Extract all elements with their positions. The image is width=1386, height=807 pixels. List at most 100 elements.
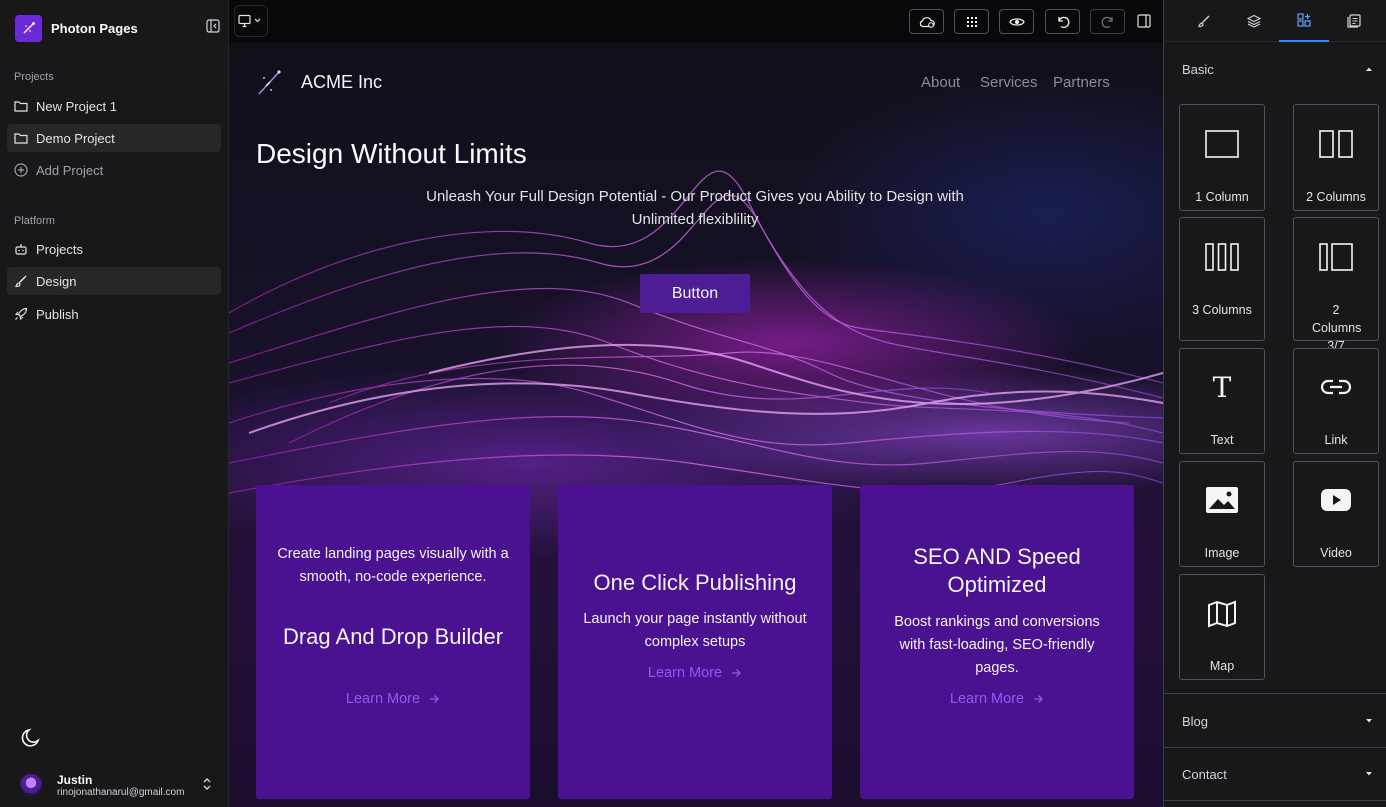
block-label: Link xyxy=(1324,433,1348,447)
site-logo-icon xyxy=(256,68,282,96)
block-map[interactable]: Map xyxy=(1179,574,1265,680)
learn-more-label: Learn More xyxy=(345,691,421,707)
card-learn-more-link[interactable]: Learn More xyxy=(860,691,1134,707)
blog-group-label: Blog xyxy=(1182,713,1209,729)
sidebar-item-projects[interactable]: Projects xyxy=(7,235,221,263)
user-menu[interactable]: Justin rinojonathanarul@gmail.com xyxy=(20,770,220,800)
brush-icon xyxy=(14,274,28,288)
sidebar-item-label: New Project 1 xyxy=(36,98,117,114)
brand[interactable]: Photon Pages xyxy=(15,14,220,42)
preview-button[interactable] xyxy=(999,9,1034,34)
feature-card-drag-drop[interactable]: Create landing pages visually with a smo… xyxy=(256,485,530,799)
site-nav-about[interactable]: About xyxy=(921,74,960,91)
blocks-icon xyxy=(1297,13,1311,27)
block-2-columns[interactable]: 2 Columns xyxy=(1293,104,1379,211)
user-email: rinojonathanarul@gmail.com xyxy=(57,786,185,798)
block-link[interactable]: Link xyxy=(1293,348,1379,454)
redo-button[interactable] xyxy=(1090,9,1125,34)
design-canvas[interactable]: ACME Inc About Services Partners Design … xyxy=(229,43,1163,807)
block-label: 2 Columns xyxy=(1306,190,1366,204)
sidebar-item-label: Demo Project xyxy=(36,130,115,146)
app-name: Photon Pages xyxy=(51,20,138,36)
moon-icon[interactable] xyxy=(20,727,42,749)
site-nav-partners[interactable]: Partners xyxy=(1053,74,1110,91)
device-select[interactable] xyxy=(234,5,268,37)
hero-subtitle[interactable]: Unleash Your Full Design Potential - Our… xyxy=(409,185,981,231)
card-learn-more-link[interactable]: Learn More xyxy=(558,665,832,681)
brush-icon xyxy=(1198,15,1210,28)
block-label: Video xyxy=(1320,546,1352,560)
card-learn-more-link[interactable]: Learn More xyxy=(256,691,530,707)
block-label: 2 Columns 3/7 xyxy=(1312,303,1362,353)
sidebar-item-publish[interactable]: Publish xyxy=(7,300,221,328)
learn-more-label: Learn More xyxy=(647,665,723,681)
sidebar-item-label: Publish xyxy=(36,306,79,322)
three-columns-icon xyxy=(1180,243,1264,271)
arrow-right-icon xyxy=(1034,695,1043,703)
block-2-columns-3-7[interactable]: 2 Columns 3/7 xyxy=(1293,217,1379,353)
caret-down-icon xyxy=(1366,719,1372,723)
hero-title[interactable]: Design Without Limits xyxy=(256,138,527,170)
tab-pages[interactable] xyxy=(1329,0,1379,42)
add-project-label: Add Project xyxy=(36,162,104,178)
block-1-column[interactable]: 1 Column xyxy=(1179,104,1265,211)
arrow-right-icon xyxy=(430,695,439,703)
bot-icon xyxy=(14,242,28,256)
monitor-icon xyxy=(238,14,261,28)
block-image[interactable]: Image xyxy=(1179,461,1265,567)
sidebar-item-label: Projects xyxy=(36,241,83,257)
blocks-panel: Basic 1 Column 2 Columns 3 Columns 2 Col… xyxy=(1163,0,1386,807)
cloud-save-button[interactable] xyxy=(909,9,944,34)
card-title: SEO AND Speed Optimized xyxy=(913,544,1081,597)
feature-card-seo[interactable]: SEO AND Speed Optimized Boost rankings a… xyxy=(860,485,1134,799)
sidebar-item-design[interactable]: Design xyxy=(7,267,221,295)
grid-toggle-button[interactable] xyxy=(954,9,989,34)
editor-toolbar xyxy=(229,0,1163,43)
plus-circle-icon xyxy=(14,163,28,177)
basic-group-header[interactable]: Basic xyxy=(1164,52,1386,86)
folder-icon xyxy=(14,99,28,113)
pages-icon xyxy=(1347,14,1361,28)
feature-card-publishing[interactable]: One Click Publishing Launch your page in… xyxy=(558,485,832,799)
panel-toggle-icon[interactable] xyxy=(1137,14,1151,28)
site-brand-name[interactable]: ACME Inc xyxy=(301,72,382,93)
rocket-icon xyxy=(14,307,28,321)
add-project-button[interactable]: Add Project xyxy=(7,156,221,184)
hero-button[interactable]: Button xyxy=(640,274,750,313)
card-description: Boost rankings and conversions with fast… xyxy=(894,614,1100,676)
blog-group-header[interactable]: Blog xyxy=(1164,704,1386,738)
card-description: Launch your page instantly without compl… xyxy=(583,611,807,650)
two-columns-icon xyxy=(1294,130,1378,158)
two-columns-3-7-icon xyxy=(1294,243,1378,271)
basic-group-label: Basic xyxy=(1182,61,1214,77)
image-icon xyxy=(1180,486,1264,514)
tab-blocks[interactable] xyxy=(1279,0,1329,42)
sidebar-item-new-project-1[interactable]: New Project 1 xyxy=(7,92,221,120)
undo-button[interactable] xyxy=(1045,9,1080,34)
tab-styles[interactable] xyxy=(1179,0,1229,42)
sidebar-item-demo-project[interactable]: Demo Project xyxy=(7,124,221,152)
block-3-columns[interactable]: 3 Columns xyxy=(1179,217,1265,341)
card-title: One Click Publishing xyxy=(593,570,797,595)
block-text[interactable]: T Text xyxy=(1179,348,1265,454)
divider xyxy=(1164,693,1386,694)
sidebar-collapse-icon[interactable] xyxy=(206,19,220,33)
tab-layers[interactable] xyxy=(1229,0,1279,42)
svg-text:T: T xyxy=(1213,373,1232,401)
divider xyxy=(1164,800,1386,801)
contact-group-header[interactable]: Contact xyxy=(1164,757,1386,791)
block-label: Map xyxy=(1209,659,1235,673)
video-icon xyxy=(1294,488,1378,512)
contact-group-label: Contact xyxy=(1182,766,1227,782)
grid-dots-icon xyxy=(966,16,977,27)
brand-logo-icon xyxy=(15,14,42,42)
block-label: Text xyxy=(1210,433,1234,447)
site-nav-services[interactable]: Services xyxy=(980,74,1038,91)
sidebar-item-label: Design xyxy=(36,273,77,289)
block-video[interactable]: Video xyxy=(1293,461,1379,567)
user-name: Justin xyxy=(57,772,93,787)
projects-section-label: Projects xyxy=(14,71,54,83)
chevrons-up-down-icon xyxy=(202,777,212,791)
eye-icon xyxy=(1008,17,1025,26)
folder-icon xyxy=(14,131,28,145)
